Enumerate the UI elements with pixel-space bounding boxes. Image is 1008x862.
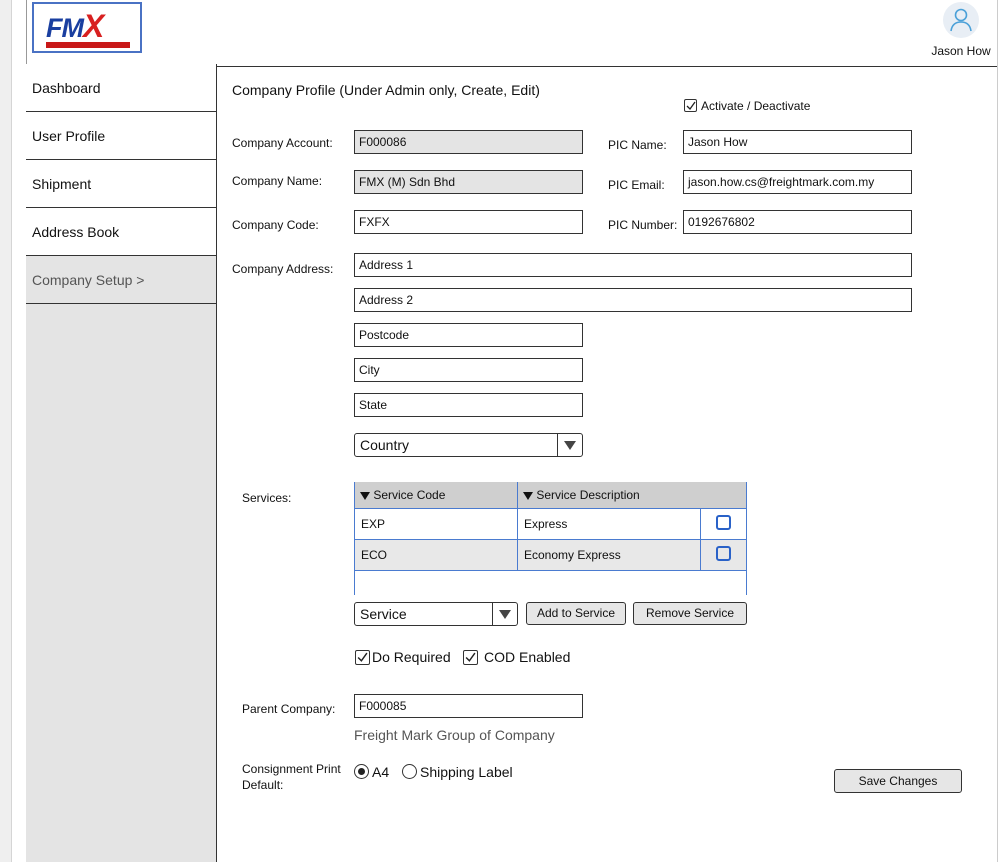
column-header-label: Service Code [373, 488, 446, 502]
address2-field[interactable]: Address 2 [354, 288, 912, 312]
radio-shipping-label[interactable] [402, 764, 417, 779]
sidebar-item-address-book[interactable]: Address Book [26, 208, 216, 256]
company-name-label: Company Name: [232, 174, 323, 188]
logo-wordmark: FMX [46, 8, 104, 44]
column-header-label: Service Description [536, 488, 640, 502]
do-required-checkbox[interactable] [355, 650, 370, 665]
postcode-field[interactable]: Postcode [354, 323, 583, 347]
service-code-cell: EXP [361, 517, 386, 531]
sort-down-icon [360, 491, 370, 500]
column-header-service-code[interactable]: Service Code [355, 482, 518, 509]
city-field[interactable]: City [354, 358, 583, 382]
service-description-cell: Economy Express [524, 548, 621, 562]
column-header-service-description[interactable]: Service Description [518, 482, 746, 509]
service-description-cell: Express [524, 517, 568, 531]
window-gutter [0, 0, 12, 862]
chevron-down-icon [492, 603, 517, 625]
company-code-field[interactable]: FXFX [354, 210, 583, 234]
pic-number-field[interactable]: 0192676802 [683, 210, 912, 234]
remove-service-button[interactable]: Remove Service [633, 602, 747, 625]
services-table: Service Code Service Description EXP Exp… [354, 482, 747, 595]
company-code-label: Company Code: [232, 218, 319, 232]
logo-tagline-bar [46, 42, 130, 48]
user-avatar-icon[interactable] [943, 2, 979, 38]
pic-email-label: PIC Email: [608, 178, 665, 192]
table-row[interactable]: ECO Economy Express [355, 540, 746, 571]
cod-enabled-label: COD Enabled [484, 649, 571, 665]
table-row[interactable]: EXP Express [355, 509, 746, 540]
sort-down-icon [523, 491, 533, 500]
company-account-field: F000086 [354, 130, 583, 154]
service-select[interactable]: Service [354, 602, 518, 626]
pic-number-label: PIC Number: [608, 218, 678, 232]
sidebar: Dashboard User Profile Shipment Address … [26, 64, 217, 862]
do-required-label: Do Required [372, 649, 451, 665]
chevron-down-icon [557, 434, 582, 456]
user-name[interactable]: Jason How [918, 44, 1004, 58]
sidebar-item-user-profile[interactable]: User Profile [26, 112, 216, 160]
company-address-label: Company Address: [232, 262, 334, 276]
row-checkbox[interactable] [716, 546, 731, 561]
frame-divider-right [997, 0, 998, 862]
company-account-label: Company Account: [232, 136, 333, 150]
add-to-service-button[interactable]: Add to Service [526, 602, 626, 625]
activate-checkbox[interactable] [684, 99, 697, 112]
radio-a4[interactable] [354, 764, 369, 779]
sidebar-item-shipment[interactable]: Shipment [26, 160, 216, 208]
parent-company-label: Parent Company: [242, 702, 336, 716]
country-select-value: Country [360, 437, 410, 453]
pic-email-field[interactable]: jason.how.cs@freightmark.com.my [683, 170, 912, 194]
parent-company-description: Freight Mark Group of Company [354, 727, 555, 743]
cod-enabled-checkbox[interactable] [463, 650, 478, 665]
service-code-cell: ECO [361, 548, 388, 562]
company-name-field: FMX (M) Sdn Bhd [354, 170, 583, 194]
radio-shipping-label-text: Shipping Label [420, 764, 513, 780]
sidebar-item-dashboard[interactable]: Dashboard [26, 64, 216, 112]
consignment-label-line1: Consignment Print [242, 762, 341, 776]
address1-field[interactable]: Address 1 [354, 253, 912, 277]
save-changes-button[interactable]: Save Changes [834, 769, 962, 793]
activate-label: Activate / Deactivate [701, 99, 811, 113]
parent-company-field[interactable]: F000085 [354, 694, 583, 718]
column-divider [700, 509, 701, 571]
page-title: Company Profile (Under Admin only, Creat… [232, 82, 540, 98]
radio-a4-label: A4 [372, 764, 390, 780]
sidebar-item-company-setup[interactable]: Company Setup > [26, 256, 216, 304]
pic-name-label: PIC Name: [608, 138, 667, 152]
services-label: Services: [242, 491, 292, 505]
row-checkbox[interactable] [716, 515, 731, 530]
column-divider [517, 482, 518, 571]
state-field[interactable]: State [354, 393, 583, 417]
service-select-value: Service [360, 606, 407, 622]
radio-selected-dot [358, 768, 365, 775]
consignment-label-line2: Default: [242, 778, 284, 792]
country-select[interactable]: Country [354, 433, 583, 457]
fmx-logo[interactable]: FMX [32, 2, 142, 53]
pic-name-field[interactable]: Jason How [683, 130, 912, 154]
